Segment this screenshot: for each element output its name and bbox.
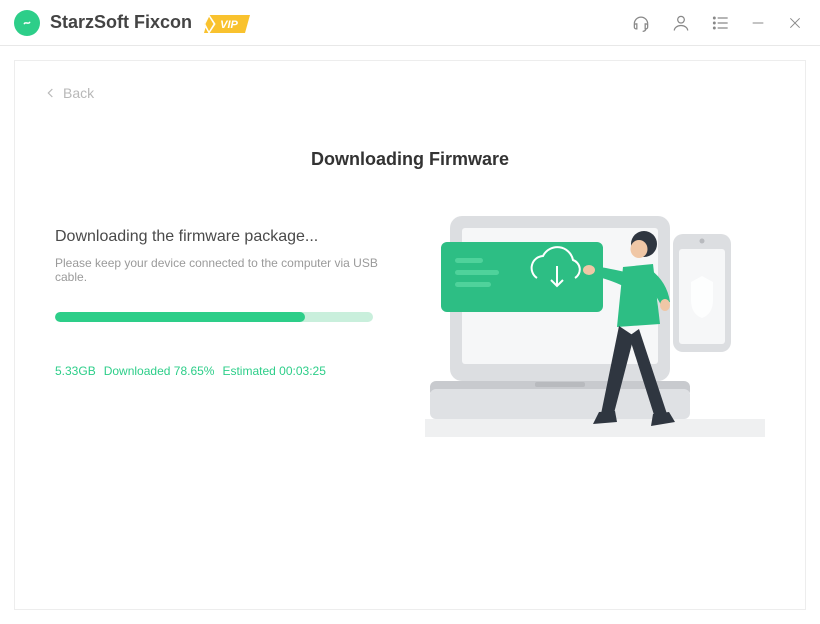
title-right	[630, 12, 806, 34]
download-illustration	[425, 204, 765, 484]
progress-fill	[55, 312, 305, 322]
content-wrapper: Back Downloading Firmware Downloading th…	[0, 46, 820, 624]
back-label: Back	[63, 85, 94, 101]
status-title: Downloading the firmware package...	[55, 228, 405, 246]
status-hint: Please keep your device connected to the…	[55, 256, 405, 284]
title-left: StarzSoft Fixcon VIP	[14, 10, 250, 36]
minimize-icon[interactable]	[750, 15, 766, 31]
back-button[interactable]: Back	[43, 85, 94, 101]
page-title: Downloading Firmware	[15, 149, 805, 170]
title-bar: StarzSoft Fixcon VIP	[0, 0, 820, 46]
progress-size: 5.33GB	[55, 364, 96, 378]
progress-downloaded: Downloaded 78.65%	[104, 364, 215, 378]
illustration-panel	[425, 224, 765, 484]
progress-stats: 5.33GB Downloaded 78.65% Estimated 00:03…	[55, 364, 405, 378]
user-icon[interactable]	[670, 12, 692, 34]
progress-estimated: Estimated 00:03:25	[222, 364, 325, 378]
vip-badge: VIP	[202, 13, 250, 35]
list-icon[interactable]	[710, 12, 732, 34]
app-title: StarzSoft Fixcon	[50, 12, 192, 33]
chevron-left-icon	[43, 85, 59, 101]
svg-text:VIP: VIP	[220, 19, 238, 31]
close-icon[interactable]	[784, 12, 806, 34]
download-status-panel: Downloading the firmware package... Plea…	[55, 224, 405, 484]
app-logo-icon	[14, 10, 40, 36]
progress-bar	[55, 312, 373, 322]
content-card: Back Downloading Firmware Downloading th…	[14, 60, 806, 610]
main-area: Downloading the firmware package... Plea…	[15, 224, 805, 484]
headset-icon[interactable]	[630, 12, 652, 34]
